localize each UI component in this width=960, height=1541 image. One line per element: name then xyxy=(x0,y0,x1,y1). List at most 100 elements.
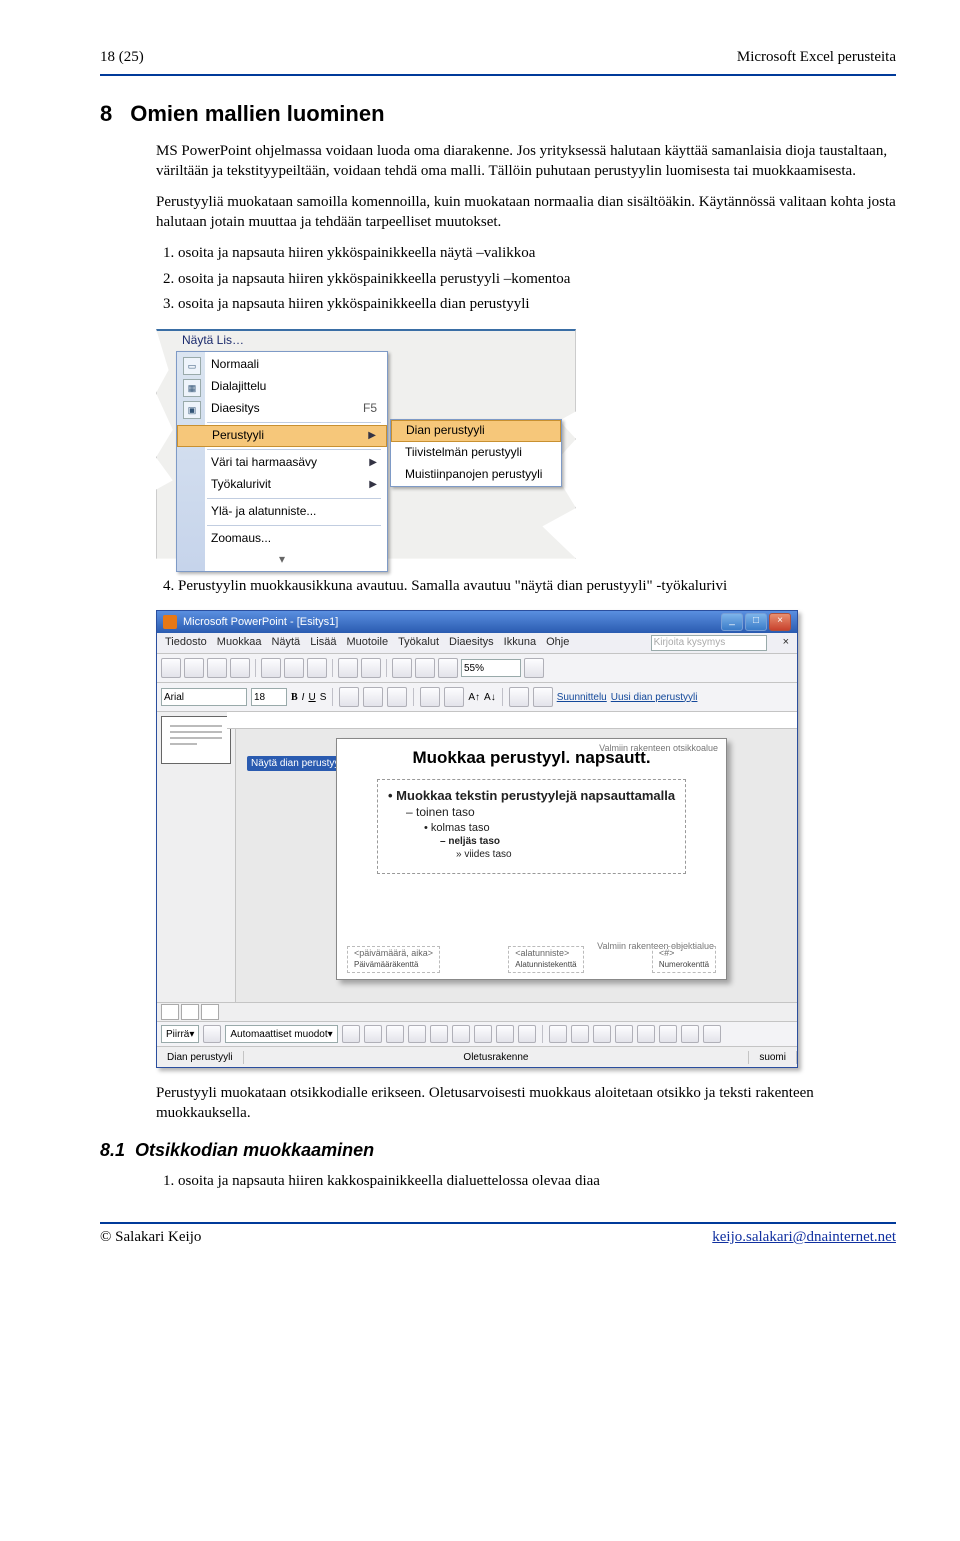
underline-button[interactable]: U xyxy=(308,691,315,704)
maximize-button[interactable]: □ xyxy=(745,613,767,631)
cut-icon[interactable] xyxy=(261,658,281,678)
menu-slideshow[interactable]: Diaesitys xyxy=(449,635,494,651)
master-view-tip: Näytä dian perustyyli xyxy=(247,756,348,771)
wordart-icon[interactable] xyxy=(452,1025,470,1043)
numbering-icon[interactable] xyxy=(444,687,464,707)
menu-help[interactable]: Ohje xyxy=(546,635,569,651)
menu-tools[interactable]: Työkalut xyxy=(398,635,439,651)
design-link[interactable]: Suunnittelu xyxy=(557,691,607,704)
footer-placeholder[interactable]: <alatunniste>Alatunnistekenttä xyxy=(508,946,583,973)
menu-item-master[interactable]: Perustyyli ▶ xyxy=(177,425,387,447)
outdent-icon[interactable] xyxy=(509,687,529,707)
open-icon[interactable] xyxy=(184,658,204,678)
menu-expand-chevron-icon[interactable]: ▾ xyxy=(177,550,387,570)
rectangle-icon[interactable] xyxy=(386,1025,404,1043)
paste-icon[interactable] xyxy=(307,658,327,678)
bullets-icon[interactable] xyxy=(420,687,440,707)
font-color-icon[interactable] xyxy=(593,1025,611,1043)
print-icon[interactable] xyxy=(230,658,250,678)
menu-item-normal[interactable]: ▭ Normaali xyxy=(177,354,387,376)
copy-icon[interactable] xyxy=(284,658,304,678)
font-shrink-button[interactable]: A↓ xyxy=(484,691,496,704)
date-placeholder[interactable]: <päivämäärä, aika>Päivämääräkenttä xyxy=(347,946,440,973)
line-style-icon[interactable] xyxy=(615,1025,633,1043)
footer-email[interactable]: keijo.salakari@dnainternet.net xyxy=(712,1228,896,1248)
font-select[interactable]: Arial xyxy=(161,688,247,706)
submenu-item-slide-master[interactable]: Dian perustyyli xyxy=(391,420,561,442)
font-size-select[interactable]: 18 xyxy=(251,688,287,706)
italic-button[interactable]: I xyxy=(302,691,305,704)
normal-view-icon: ▭ xyxy=(183,357,201,375)
align-left-icon[interactable] xyxy=(339,687,359,707)
undo-icon[interactable] xyxy=(338,658,358,678)
sorter-icon: ▦ xyxy=(183,379,201,397)
page-footer: © Salakari Keijo keijo.salakari@dnainter… xyxy=(100,1228,896,1248)
menu-tab-label: Näytä Lis… xyxy=(182,333,244,349)
shadow-button[interactable]: S xyxy=(320,691,327,704)
dash-style-icon[interactable] xyxy=(637,1025,655,1043)
align-right-icon[interactable] xyxy=(387,687,407,707)
menu-view[interactable]: Näytä xyxy=(271,635,300,651)
three-d-icon[interactable] xyxy=(703,1025,721,1043)
align-center-icon[interactable] xyxy=(363,687,383,707)
menu-item-color[interactable]: Väri tai harmaasävy ▶ xyxy=(177,452,387,474)
new-icon[interactable] xyxy=(161,658,181,678)
paragraph-after-fig: Perustyyli muokataan otsikkodialle eriks… xyxy=(156,1084,896,1123)
menu-item-zoom[interactable]: Zoomaus... xyxy=(177,528,387,550)
menu-item-headerfooter[interactable]: Ylä- ja alatunniste... xyxy=(177,501,387,523)
help-icon[interactable] xyxy=(524,658,544,678)
bold-button[interactable]: B xyxy=(291,691,298,704)
arrow-icon[interactable] xyxy=(364,1025,382,1043)
textbox-icon[interactable] xyxy=(430,1025,448,1043)
minimize-button[interactable]: _ xyxy=(721,613,743,631)
select-icon[interactable] xyxy=(203,1025,221,1043)
table-icon[interactable] xyxy=(415,658,435,678)
shadow-icon[interactable] xyxy=(681,1025,699,1043)
menu-item-sorter[interactable]: ▦ Dialajittelu xyxy=(177,376,387,398)
hyperlink-icon[interactable] xyxy=(438,658,458,678)
indent-icon[interactable] xyxy=(533,687,553,707)
line-color-icon[interactable] xyxy=(571,1025,589,1043)
picture-icon[interactable] xyxy=(518,1025,536,1043)
number-placeholder[interactable]: <#>Numerokenttä xyxy=(652,946,716,973)
menu-item-slideshow[interactable]: ▣ Diaesitys F5 xyxy=(177,398,387,420)
font-grow-button[interactable]: A↑ xyxy=(468,691,480,704)
clipart-icon[interactable] xyxy=(496,1025,514,1043)
status-left: Dian perustyyli xyxy=(157,1051,244,1064)
redo-icon[interactable] xyxy=(361,658,381,678)
fill-color-icon[interactable] xyxy=(549,1025,567,1043)
app-menubar: Tiedosto Muokkaa Näytä Lisää Muotoile Ty… xyxy=(157,633,797,654)
ask-question-box[interactable]: Kirjoita kysymys xyxy=(651,635,767,651)
slideshow-view-button[interactable] xyxy=(201,1004,219,1020)
submenu-item-notes-master[interactable]: Muistiinpanojen perustyyli xyxy=(391,464,561,486)
menu-file[interactable]: Tiedosto xyxy=(165,635,207,651)
new-master-link[interactable]: Uusi dian perustyyli xyxy=(611,691,698,704)
menu-insert[interactable]: Lisää xyxy=(310,635,336,651)
normal-view-button[interactable] xyxy=(161,1004,179,1020)
outline-level-4: – neljäs taso xyxy=(440,835,675,848)
doc-close-button[interactable]: × xyxy=(783,635,789,651)
line-icon[interactable] xyxy=(342,1025,360,1043)
slide-thumbnail[interactable] xyxy=(161,716,231,764)
draw-menu[interactable]: Piirrä ▾ xyxy=(161,1025,199,1043)
master-footer-row: <päivämäärä, aika>Päivämääräkenttä <alat… xyxy=(347,946,716,973)
section-number: 8 xyxy=(100,101,112,126)
master-body-placeholder[interactable]: • Muokkaa tekstin perustyylejä napsautta… xyxy=(377,779,686,874)
submenu-item-handout-master[interactable]: Tiivistelmän perustyyli xyxy=(391,442,561,464)
diagram-icon[interactable] xyxy=(474,1025,492,1043)
menu-item-toolbars[interactable]: Työkalurivit ▶ xyxy=(177,474,387,496)
steps-list-2: osoita ja napsauta hiiren kakkospainikke… xyxy=(156,1172,896,1192)
save-icon[interactable] xyxy=(207,658,227,678)
zoom-select[interactable]: 55% xyxy=(461,659,521,677)
sorter-view-button[interactable] xyxy=(181,1004,199,1020)
autoshapes-menu[interactable]: Automaattiset muodot ▾ xyxy=(225,1025,337,1043)
arrow-style-icon[interactable] xyxy=(659,1025,677,1043)
menu-format[interactable]: Muotoile xyxy=(346,635,388,651)
chart-icon[interactable] xyxy=(392,658,412,678)
oval-icon[interactable] xyxy=(408,1025,426,1043)
slide-master-canvas[interactable]: Muokkaa perustyyl. napsautt. Valmiin rak… xyxy=(336,738,727,980)
menu-window[interactable]: Ikkuna xyxy=(504,635,536,651)
close-button[interactable]: × xyxy=(769,613,791,631)
menu-edit[interactable]: Muokkaa xyxy=(217,635,262,651)
shortcut-hint: F5 xyxy=(363,401,377,417)
